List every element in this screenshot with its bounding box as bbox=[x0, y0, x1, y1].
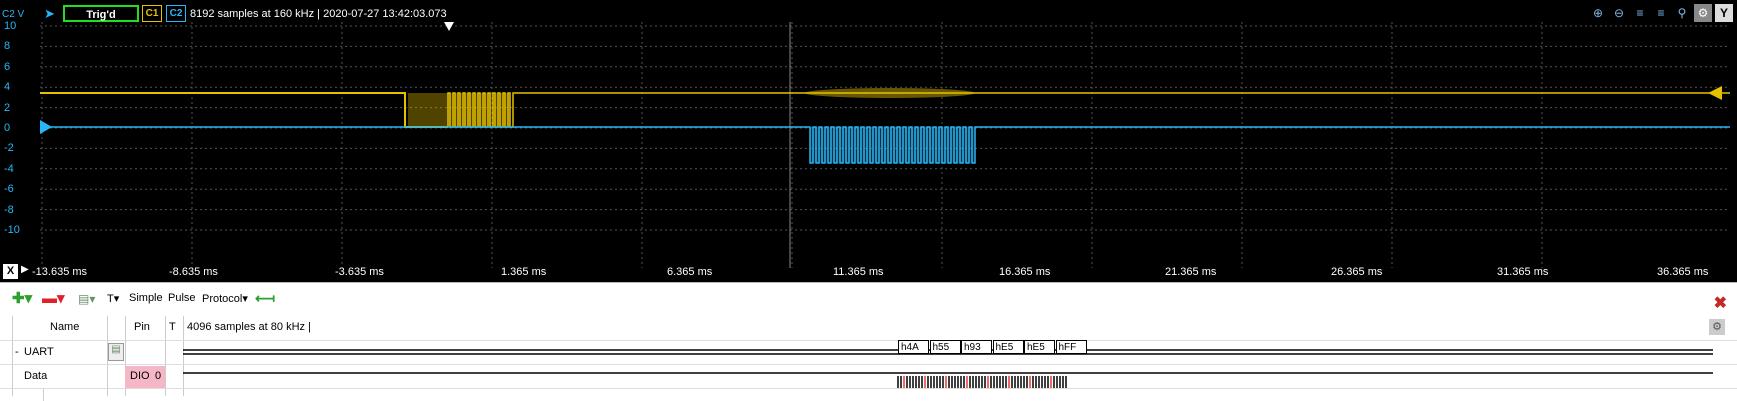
x-axis-arrow-icon: ▶ bbox=[21, 264, 29, 275]
channel-2-button[interactable]: C2 bbox=[166, 5, 186, 22]
protocol-label: Protocol bbox=[202, 293, 243, 305]
x-tick-label: 16.365 ms bbox=[999, 266, 1051, 278]
uart-byte[interactable]: h93 bbox=[961, 340, 992, 354]
x-tick-label: 21.365 ms bbox=[1165, 266, 1217, 278]
zoom-out-icon[interactable]: ⊖ bbox=[1610, 4, 1628, 22]
waveform-traces bbox=[40, 22, 1730, 164]
logic-channel-table: Name Pin T 4096 samples at 80 kHz | ⚙ - … bbox=[0, 316, 1737, 401]
close-icon[interactable]: ✖ bbox=[1714, 293, 1727, 313]
scope-toolbar: ⊕ ⊖ ≡ ≡ ⚲ ⚙ Y bbox=[1589, 4, 1733, 22]
zoom-in-icon[interactable]: ⊕ bbox=[1589, 4, 1607, 22]
x-tick-label: 11.365 ms bbox=[833, 266, 884, 278]
channel-1-noise-band bbox=[805, 88, 975, 98]
trigger-menu-label: T bbox=[107, 293, 114, 305]
edit-bus-icon[interactable]: ▤ bbox=[108, 343, 124, 361]
x-tick-label: 31.365 ms bbox=[1497, 266, 1549, 278]
logic-info: 4096 samples at 80 kHz | bbox=[187, 321, 311, 333]
x-tick-label: -13.635 ms bbox=[32, 266, 88, 278]
back-arrow-icon[interactable]: ⟻ bbox=[255, 290, 275, 307]
run-arrow-icon[interactable]: ➤ bbox=[44, 6, 55, 22]
oscilloscope-view: C2 V ➤ Trig'd C1 C2 8192 samples at 160 … bbox=[0, 0, 1737, 282]
settings-icon[interactable]: ⚙ bbox=[1694, 4, 1712, 22]
y-tick-label: 2 bbox=[4, 101, 11, 114]
logic-analyzer-panel: ✚▾ ▬▾ ▤▾ T▾ Simple Pulse Protocol▾ ⟻ ✖ N… bbox=[0, 282, 1737, 401]
channel-1-trace bbox=[40, 92, 448, 128]
y-tick-label: -4 bbox=[4, 162, 14, 175]
column-t: T bbox=[169, 321, 176, 333]
x-tick-label: 1.365 ms bbox=[501, 266, 547, 278]
channel-name: UART bbox=[24, 346, 54, 358]
uart-byte[interactable]: h55 bbox=[929, 340, 961, 354]
trigger-menu-button[interactable]: T▾ bbox=[107, 292, 119, 305]
waveform-plot[interactable] bbox=[40, 22, 1730, 268]
x-tick-label: 26.365 ms bbox=[1331, 266, 1383, 278]
logic-toolbar: ✚▾ ▬▾ ▤▾ T▾ Simple Pulse Protocol▾ ⟻ ✖ bbox=[0, 289, 1737, 313]
y-tick-label: -8 bbox=[4, 203, 14, 216]
uart-byte[interactable]: h4A bbox=[898, 340, 929, 354]
channel-1-button[interactable]: C1 bbox=[142, 5, 162, 22]
uart-byte[interactable]: hFF bbox=[1055, 340, 1087, 354]
magnifier-icon[interactable]: ⚲ bbox=[1673, 4, 1691, 22]
y-button[interactable]: Y bbox=[1715, 4, 1733, 22]
y-tick-label: 0 bbox=[4, 122, 11, 134]
acquisition-info: 8192 samples at 160 kHz | 2020-07-27 13:… bbox=[190, 8, 447, 20]
table-row bbox=[0, 388, 1737, 401]
x-tick-label: 6.365 ms bbox=[667, 266, 713, 278]
trigger-status-button[interactable]: Trig'd bbox=[63, 5, 139, 22]
uart-byte[interactable]: hE5 bbox=[992, 340, 1024, 354]
y-axis: 10 8 6 4 2 0 -2 -4 -6 -8 -10 bbox=[0, 20, 40, 268]
pin-label: DIO bbox=[130, 370, 150, 382]
logic-settings-icon[interactable]: ⚙ bbox=[1709, 319, 1725, 335]
x-tick-label: -3.635 ms bbox=[335, 266, 384, 278]
y-tick-label: 6 bbox=[4, 60, 11, 73]
y-tick-label: 8 bbox=[4, 40, 11, 53]
simple-button[interactable]: Simple bbox=[129, 292, 163, 304]
y-tick-label: -2 bbox=[4, 142, 14, 155]
y-tick-label: 10 bbox=[4, 20, 17, 32]
zoom-horizontal-icon[interactable]: ≡ bbox=[1631, 4, 1649, 22]
pin-cell[interactable]: DIO 0 bbox=[125, 366, 165, 388]
y-tick-label: -10 bbox=[4, 224, 20, 236]
x-axis-button[interactable]: X bbox=[3, 264, 18, 279]
x-axis: X ▶ -13.635 ms -8.635 ms -3.635 ms 1.365 ms… bbox=[0, 262, 1737, 282]
y-tick-label: -6 bbox=[4, 183, 14, 196]
channel-2-envelope bbox=[810, 127, 975, 163]
pulse-button[interactable]: Pulse bbox=[168, 292, 196, 304]
y-tick-label: 4 bbox=[4, 81, 11, 94]
x-tick-label: -8.635 ms bbox=[169, 266, 218, 278]
channel-name: Data bbox=[24, 370, 48, 382]
edit-channel-icon[interactable]: ▤▾ bbox=[78, 292, 95, 306]
channel-1-burst bbox=[447, 92, 1730, 128]
add-channel-icon[interactable]: ✚▾ bbox=[12, 289, 32, 307]
collapse-toggle[interactable]: - bbox=[15, 346, 19, 358]
x-tick-label: 36.365 ms bbox=[1657, 266, 1709, 278]
zoom-vertical-icon[interactable]: ≡ bbox=[1652, 4, 1670, 22]
channel-1-level-marker bbox=[1708, 86, 1722, 100]
channel-1-envelope bbox=[408, 93, 510, 127]
pin-index: 0 bbox=[155, 370, 162, 382]
column-name: Name bbox=[50, 321, 80, 333]
column-pin: Pin bbox=[134, 321, 150, 333]
protocol-button[interactable]: Protocol▾ bbox=[202, 292, 248, 305]
channel-2-level-marker bbox=[40, 120, 52, 134]
remove-channel-icon[interactable]: ▬▾ bbox=[42, 289, 65, 307]
uart-byte[interactable]: hE5 bbox=[1024, 340, 1055, 354]
channel-scale-label: C2 V bbox=[2, 9, 25, 20]
